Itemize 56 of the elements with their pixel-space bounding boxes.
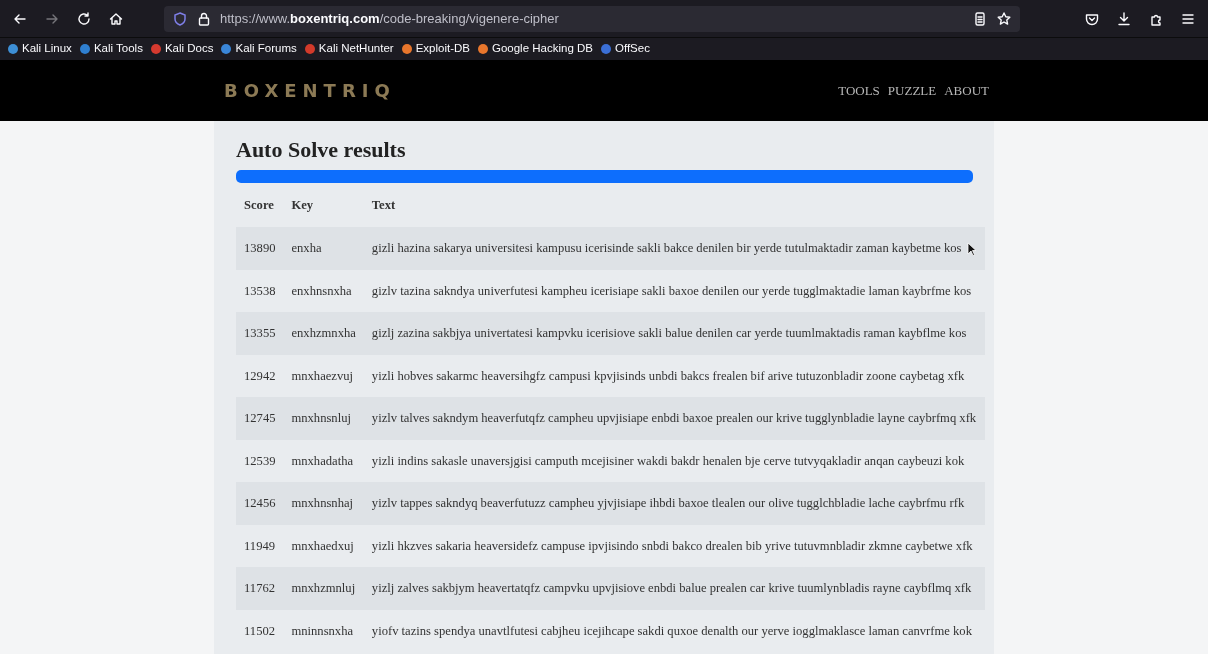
address-bar[interactable]: https://www.boxentriq.com/code-breaking/vigenere-cipher xyxy=(164,5,1020,32)
table-cell: 12942 xyxy=(244,368,276,383)
bookmark-link[interactable]: Kali Forums xyxy=(221,40,297,58)
bookmark-link[interactable]: OffSec xyxy=(600,40,650,58)
table-cell: yizlv talves sakndym heaverfutqfz campheu upvjisiape enbdi baxoe prealen our krive tugglynbladie layne caybrfmq xfk xyxy=(371,411,977,426)
bookmark-link[interactable]: Kali Linux xyxy=(8,40,72,58)
column-header: Text xyxy=(371,197,396,212)
table-cell: enxha xyxy=(291,241,322,256)
table-cell: 13355 xyxy=(244,326,276,341)
table-cell: yiofv tazins spendya unavtlfutesi cabjheu icejihcape sakdi quxoe denalth our yerve iogglmaklasce laman canvrfme kok xyxy=(371,623,972,638)
table-cell: mninnsnxha xyxy=(291,623,354,638)
bookmark-link[interactable]: Kali NetHunter xyxy=(304,40,394,58)
table-cell: yizli indins sakasle unaversjgisi camputh mcejisiner wakdi bakdr henalen bje cerve tutvyqakladir anqan caybeuzi kok xyxy=(371,453,965,468)
table-cell: mnxhaedxuj xyxy=(291,538,354,553)
table-cell: mnxhaezvuj xyxy=(291,368,354,383)
bookmark-link[interactable]: Google Hacking DB xyxy=(477,40,593,58)
nav-link[interactable]: ABOUT xyxy=(944,80,989,101)
table-cell: gizlj zazina sakbjya univertatesi kampvku icerisiove sakli balue denilen car yerde tuumlmaktadis raman kaybflme kos xyxy=(371,326,967,341)
shield-icon[interactable] xyxy=(172,10,188,27)
table-cell: 13538 xyxy=(244,283,276,298)
bookmark-link[interactable]: Kali Docs xyxy=(150,40,214,58)
table-cell: mnxhzmnluj xyxy=(291,581,356,596)
table-cell: 11762 xyxy=(244,581,276,596)
table-cell: 12539 xyxy=(244,453,276,468)
results-heading: Auto Solve results xyxy=(236,137,407,164)
table-cell: 11502 xyxy=(244,623,276,638)
table-cell: enxhzmnxha xyxy=(291,326,356,341)
table-cell: 12745 xyxy=(244,411,276,426)
column-header: Score xyxy=(244,197,274,212)
table-cell: enxhnsnxha xyxy=(291,283,352,298)
reader-view-icon[interactable] xyxy=(972,10,988,27)
table-cell: mnxhadatha xyxy=(291,453,354,468)
mouse-pointer-icon xyxy=(967,242,978,257)
bookmark-link[interactable]: Exploit-DB xyxy=(401,40,470,58)
home-icon[interactable] xyxy=(108,10,124,27)
nav-link[interactable]: PUZZLE xyxy=(887,80,937,101)
reload-icon[interactable] xyxy=(76,10,92,27)
table-cell: yizli hobves sakarmc heaversihgfz campusi kpvjisinds unbdi bakcs frealen bif arive tutuzonbladir zoone caybetag xfk xyxy=(371,368,965,383)
url-text: https://www.boxentriq.com/code-breaking/vigenere-cipher xyxy=(220,9,560,28)
table-cell: mnxhnsnhaj xyxy=(291,496,354,511)
site-logo[interactable]: BOXENTRIQ xyxy=(224,77,396,104)
table-cell: yizlv tappes sakndyq beaverfutuzz campheu yjvjisiape ihbdi baxoe tlealen our olive tugglchbladie lache caybrfmu rfk xyxy=(371,496,965,511)
table-cell: yizlj zalves sakbjym heavertatqfz campvku upvjisiove enbdi balue prealen car krive tuumlynbladis rayne caybflmq xfk xyxy=(371,581,972,596)
table-cell: 11949 xyxy=(244,538,276,553)
bookmark-star-icon[interactable] xyxy=(996,10,1012,27)
table-cell: gizlv tazina sakndya univerfutesi kampheu icerisiape sakli baxoe denilen our yerde tugglmaktadie laman kaybrfme kos xyxy=(371,283,972,298)
download-icon[interactable] xyxy=(1116,10,1132,27)
table-cell: mnxhnsnluj xyxy=(291,411,351,426)
table-cell: 13890 xyxy=(244,241,276,256)
table-cell: 12456 xyxy=(244,496,276,511)
table-cell: gizli hazina sakarya universitesi kampusu icerisinde sakli bakce denilen bir yerde tutulmaktadir zaman kaybetme kos xyxy=(371,241,962,256)
bookmark-link[interactable]: Kali Tools xyxy=(79,40,143,58)
lock-icon[interactable] xyxy=(196,10,212,27)
table-cell: yizli hkzves sakaria heaversidefz campuse ipvjisindo snbdi bakco drealen bib yrive tutuvmnbladir zkmne caybetwe xfk xyxy=(371,538,973,553)
column-header: Key xyxy=(291,197,314,212)
nav-link[interactable]: TOOLS xyxy=(838,80,880,101)
